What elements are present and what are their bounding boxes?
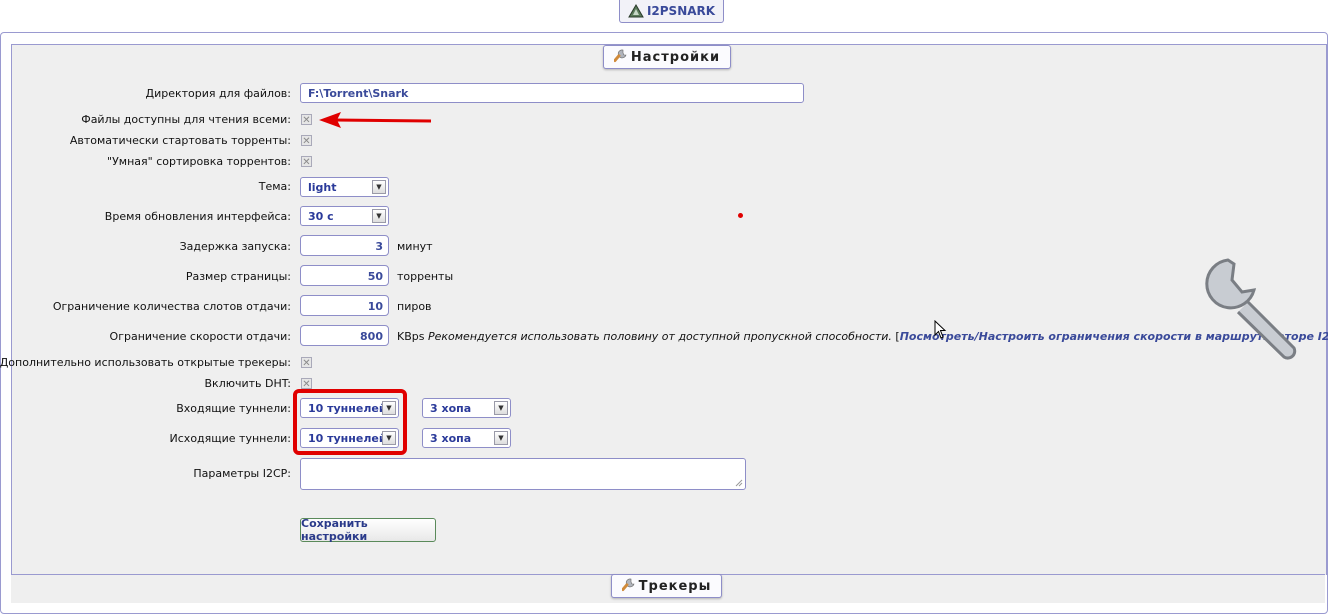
page-size-unit: торренты xyxy=(397,270,454,283)
autostart-checkbox[interactable]: ✕ xyxy=(301,135,312,147)
settings-heading-label: Настройки xyxy=(630,49,721,65)
trackers-heading-label: Трекеры xyxy=(638,578,712,594)
inbound-hops-value: 3 хопа xyxy=(430,402,472,415)
upload-speed-input[interactable]: 800 xyxy=(300,325,389,346)
upload-speed-note: KBps Рекомендуется использовать половину… xyxy=(397,330,1328,343)
i2cp-label: Параметры I2CP: xyxy=(193,467,291,480)
annotation-highlight-box xyxy=(293,389,407,455)
upload-slots-input[interactable]: 10 xyxy=(300,295,389,316)
refresh-value: 30 с xyxy=(308,210,334,223)
outbound-tunnels-label: Исходящие туннели: xyxy=(169,432,291,445)
annotation-dot xyxy=(738,213,743,218)
mouse-cursor-icon xyxy=(934,320,947,339)
theme-value: light xyxy=(308,181,337,194)
autostart-label: Автоматически стартовать торренты: xyxy=(69,134,291,147)
inbound-tunnels-label: Входящие туннели: xyxy=(176,402,291,415)
upload-slots-label: Ограничение количества слотов отдачи: xyxy=(52,300,291,313)
wrench-icon xyxy=(613,49,627,63)
i2psnark-home-link[interactable]: I2PSNARK xyxy=(619,0,724,23)
page-size-input[interactable]: 50 xyxy=(300,265,389,286)
refresh-label: Время обновления интерфейса: xyxy=(104,210,291,223)
resize-grip-icon[interactable] xyxy=(735,479,743,487)
settings-heading: Настройки xyxy=(603,45,731,69)
refresh-select[interactable]: 30 с ▼ xyxy=(300,206,389,226)
i2psnark-title: I2PSNARK xyxy=(646,4,716,18)
save-settings-button[interactable]: Сохранить настройки xyxy=(300,517,436,543)
startup-delay-unit: минут xyxy=(397,240,433,253)
chevron-down-icon: ▼ xyxy=(494,431,508,445)
outbound-hops-select[interactable]: 3 хопа ▼ xyxy=(422,428,511,448)
wrench-watermark-icon xyxy=(1205,258,1297,360)
startup-delay-input[interactable]: 3 xyxy=(300,235,389,256)
startup-delay-label: Задержка запуска: xyxy=(179,240,291,253)
smart-sort-label: "Умная" сортировка торрентов: xyxy=(107,155,291,168)
open-trackers-label: Дополнительно использовать открытые трек… xyxy=(0,356,291,369)
chevron-down-icon: ▼ xyxy=(372,180,386,194)
files-readable-checkbox[interactable]: ✕ xyxy=(301,114,312,126)
theme-select[interactable]: light ▼ xyxy=(300,177,389,197)
files-readable-label: Файлы доступны для чтения всеми: xyxy=(81,113,291,126)
page-size-label: Размер страницы: xyxy=(185,270,291,283)
upload-speed-label: Ограничение скорости отдачи: xyxy=(109,330,291,343)
open-trackers-checkbox[interactable]: ✕ xyxy=(301,357,312,369)
upload-slots-unit: пиров xyxy=(397,300,432,313)
chevron-down-icon: ▼ xyxy=(372,209,386,223)
dht-label: Включить DHT: xyxy=(204,377,291,390)
dht-checkbox[interactable]: ✕ xyxy=(301,378,312,390)
i2p-logo-icon xyxy=(628,4,644,18)
inbound-hops-select[interactable]: 3 хопа ▼ xyxy=(422,398,511,418)
upload-speed-unit: KBps xyxy=(397,330,425,343)
chevron-down-icon: ▼ xyxy=(494,401,508,415)
data-dir-input[interactable]: F:\Torrent\Snark xyxy=(300,83,804,103)
trackers-heading: Трекеры xyxy=(611,574,722,598)
theme-label: Тема: xyxy=(258,180,291,193)
upload-speed-hint: Рекомендуется использовать половину от д… xyxy=(427,330,892,343)
smart-sort-checkbox[interactable]: ✕ xyxy=(301,156,312,168)
outbound-hops-value: 3 хопа xyxy=(430,432,472,445)
wrench-icon xyxy=(621,578,635,592)
data-dir-label: Директория для файлов: xyxy=(145,87,291,100)
annotation-arrow-icon xyxy=(319,112,432,128)
i2cp-textarea[interactable] xyxy=(300,458,746,490)
